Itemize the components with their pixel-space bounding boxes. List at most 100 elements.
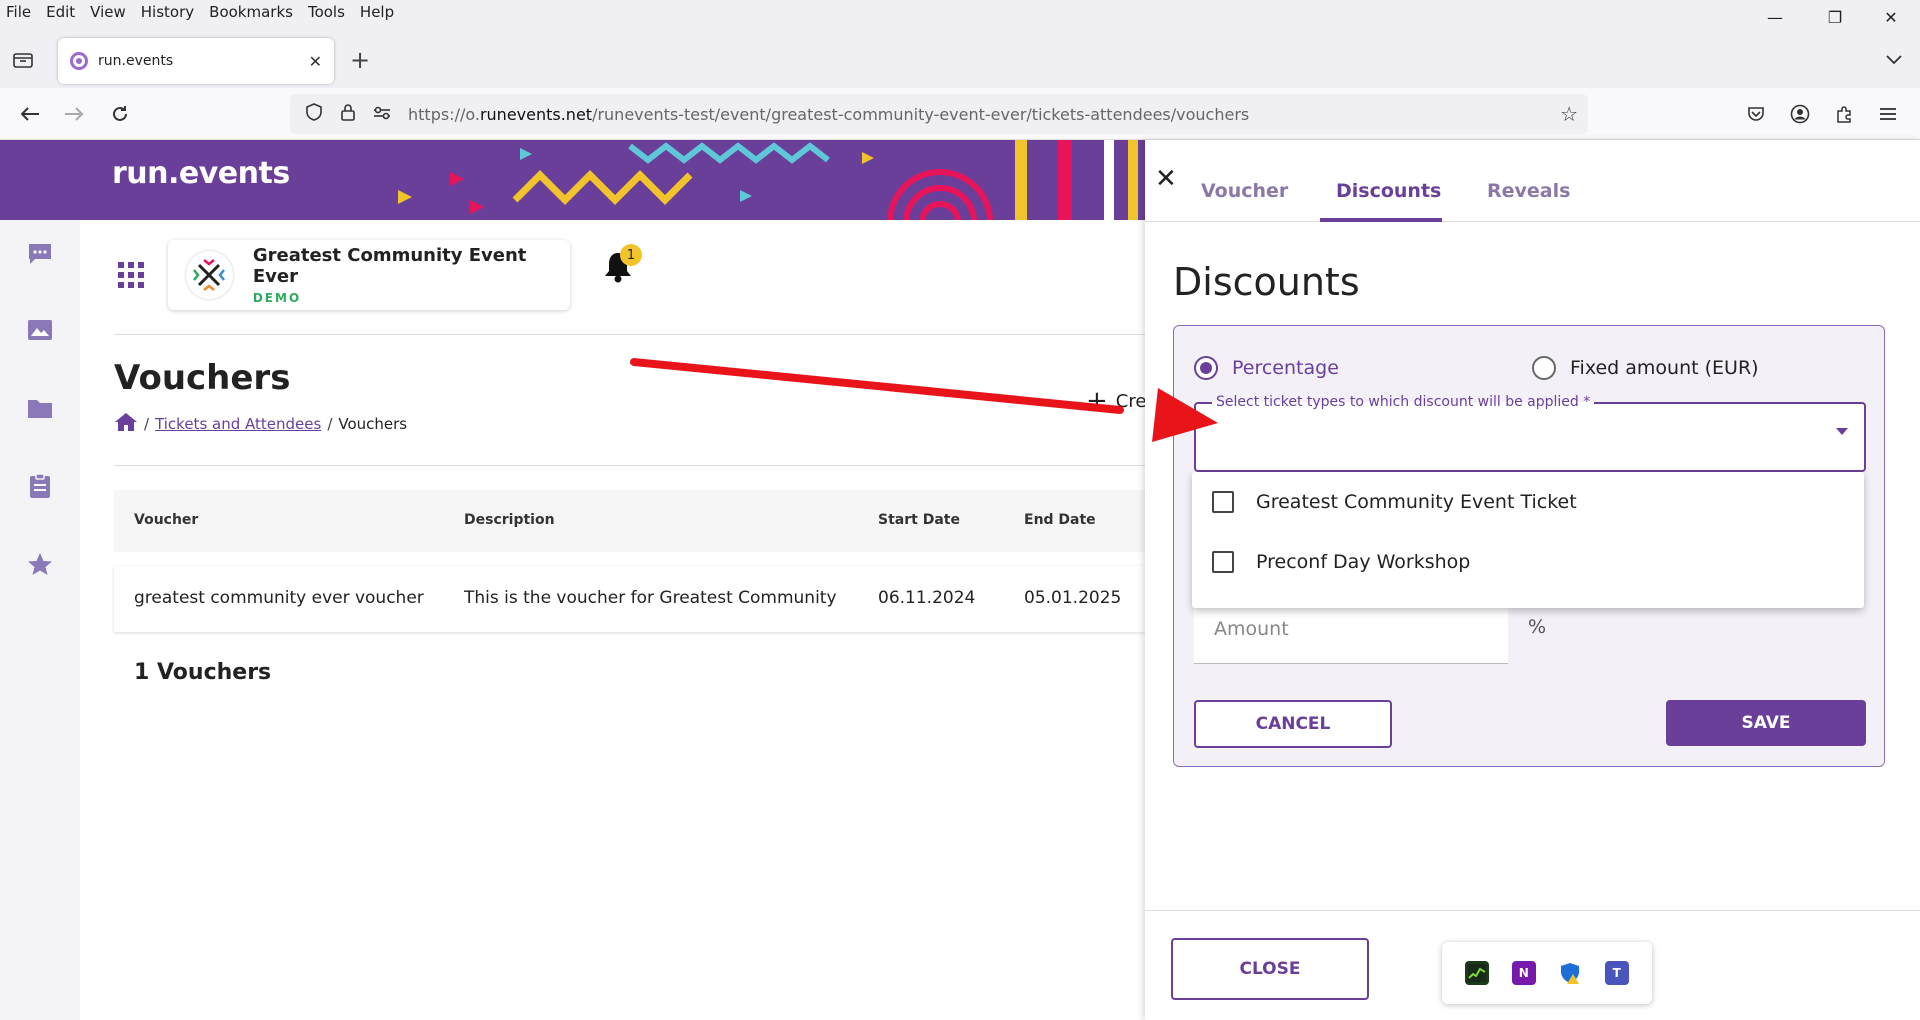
menu-bar: File Edit View History Bookmarks Tools H… (0, 0, 1920, 24)
radio-fixed-amount[interactable]: Fixed amount (EUR) (1532, 356, 1759, 380)
image-icon[interactable] (26, 316, 54, 344)
percent-suffix: % (1528, 616, 1547, 638)
drawer-title: Discounts (1173, 260, 1360, 304)
option-greatest-community-event-ticket[interactable]: Greatest Community Event Ticket (1192, 472, 1864, 532)
pocket-icon[interactable] (1740, 98, 1772, 130)
radio-percentage[interactable]: Percentage (1194, 356, 1339, 380)
star-icon[interactable] (26, 550, 54, 578)
breadcrumb-separator: / (144, 415, 150, 433)
table-header: Voucher Description Start Date End Date (114, 490, 1145, 552)
active-tab-indicator (1320, 218, 1442, 222)
system-tray-popup: N T (1442, 942, 1652, 1004)
apps-grid-icon[interactable] (118, 262, 144, 288)
radio-selected-icon (1194, 356, 1218, 380)
event-logo-icon (186, 251, 233, 299)
event-title: Greatest Community Event Ever (252, 245, 527, 287)
breadcrumb-tickets-link[interactable]: Tickets and Attendees (155, 415, 321, 433)
menu-history[interactable]: History (141, 3, 194, 21)
tab-title: run.events (98, 53, 174, 69)
close-button[interactable]: CLOSE (1171, 938, 1369, 1000)
cancel-button[interactable]: CANCEL (1194, 700, 1392, 748)
close-drawer-icon[interactable]: ✕ (1155, 164, 1177, 194)
divider (1145, 910, 1920, 911)
tab-reveals[interactable]: Reveals (1487, 180, 1570, 202)
ticket-types-select[interactable]: Select ticket types to which discount wi… (1194, 394, 1866, 472)
notification-badge: 1 (620, 244, 642, 266)
divider (114, 465, 1145, 466)
extensions-icon[interactable] (1828, 98, 1860, 130)
tab-voucher[interactable]: Voucher (1201, 180, 1288, 202)
forward-icon[interactable] (56, 96, 92, 132)
menu-help[interactable]: Help (360, 3, 394, 21)
ticket-types-dropdown: Greatest Community Event Ticket Preconf … (1192, 472, 1864, 608)
cell-end-date: 05.01.2025 (1024, 588, 1122, 608)
tab-discounts[interactable]: Discounts (1336, 180, 1441, 202)
breadcrumb: / Tickets and Attendees / Vouchers (114, 412, 407, 436)
url-bar[interactable]: https://o.runevents.net/runevents-test/e… (290, 94, 1588, 134)
tab-bar: run.events ✕ + (0, 24, 1920, 88)
create-label: Cre (1115, 390, 1147, 412)
menu-edit[interactable]: Edit (46, 3, 75, 21)
lock-icon[interactable] (334, 103, 362, 125)
reload-icon[interactable] (102, 96, 138, 132)
column-header-description[interactable]: Description (464, 512, 555, 528)
teams-icon[interactable]: T (1604, 961, 1629, 985)
bookmark-star-icon[interactable]: ☆ (1560, 102, 1578, 126)
checkbox-icon[interactable] (1212, 491, 1234, 513)
page-title: Vouchers (114, 358, 291, 398)
account-icon[interactable] (1784, 98, 1816, 130)
back-icon[interactable] (12, 96, 48, 132)
breadcrumb-separator: / (327, 415, 333, 433)
column-header-voucher[interactable]: Voucher (134, 512, 198, 528)
demo-badge: DEMO (252, 291, 302, 305)
url-text[interactable]: https://o.runevents.net/runevents-test/e… (408, 105, 1249, 124)
brand-logo[interactable]: run.events (112, 156, 290, 191)
amount-input[interactable]: Amount (1194, 606, 1508, 664)
navigation-bar: https://o.runevents.net/runevents-test/e… (0, 88, 1920, 140)
column-header-end-date[interactable]: End Date (1024, 512, 1096, 528)
voucher-count: 1 Vouchers (134, 660, 272, 685)
new-tab-icon[interactable]: + (350, 46, 370, 74)
chat-icon[interactable] (26, 240, 54, 268)
close-tab-icon[interactable]: ✕ (309, 52, 322, 71)
vouchers-table: Voucher Description Start Date End Date … (114, 490, 1145, 632)
option-label: Greatest Community Event Ticket (1256, 491, 1577, 513)
gpu-monitor-icon[interactable] (1465, 961, 1490, 985)
clipboard-icon[interactable] (26, 472, 54, 500)
shield-icon[interactable] (300, 103, 328, 125)
table-row[interactable]: greatest community ever voucher This is … (114, 566, 1145, 632)
cell-voucher: greatest community ever voucher (134, 588, 424, 608)
folder-icon[interactable] (26, 394, 54, 422)
menu-view[interactable]: View (90, 3, 126, 21)
menu-file[interactable]: File (6, 3, 31, 21)
browser-tab-active[interactable]: run.events ✕ (58, 38, 334, 84)
left-sidebar (0, 220, 80, 1020)
divider (114, 334, 1145, 335)
save-button[interactable]: SAVE (1666, 700, 1866, 746)
menu-bookmarks[interactable]: Bookmarks (209, 3, 293, 21)
amount-placeholder: Amount (1214, 618, 1289, 640)
permissions-icon[interactable] (368, 105, 396, 124)
chevron-down-icon[interactable] (1886, 50, 1902, 69)
home-icon[interactable] (114, 412, 138, 436)
tab-list-icon[interactable] (12, 50, 36, 70)
column-header-start-date[interactable]: Start Date (878, 512, 960, 528)
cell-description: This is the voucher for Greatest Communi… (464, 588, 837, 608)
radio-percentage-label: Percentage (1232, 357, 1339, 379)
event-text: Greatest Community Event Ever DEMO (253, 245, 570, 305)
plus-icon: + (1086, 386, 1108, 416)
cell-start-date: 06.11.2024 (878, 588, 976, 608)
radio-unselected-icon (1532, 356, 1556, 380)
create-voucher-button[interactable]: + Cre (1086, 388, 1146, 414)
security-shield-icon[interactable] (1558, 961, 1582, 985)
menu-tools[interactable]: Tools (308, 3, 345, 21)
onenote-icon[interactable]: N (1511, 961, 1536, 985)
option-preconf-day-workshop[interactable]: Preconf Day Workshop (1192, 532, 1864, 592)
event-selector[interactable]: Greatest Community Event Ever DEMO (168, 240, 570, 310)
header-banner: run.events (0, 140, 1145, 220)
breadcrumb-current: Vouchers (338, 415, 408, 433)
hamburger-menu-icon[interactable] (1872, 98, 1904, 130)
checkbox-icon[interactable] (1212, 551, 1234, 573)
select-label: Select ticket types to which discount wi… (1212, 394, 1595, 410)
radio-fixed-label: Fixed amount (EUR) (1570, 357, 1759, 379)
